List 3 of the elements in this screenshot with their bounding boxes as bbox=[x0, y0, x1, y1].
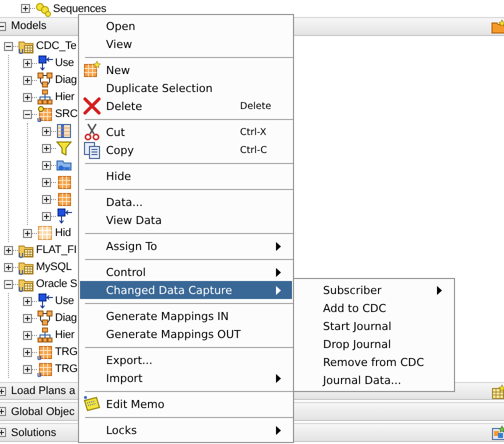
shortcut-label: Ctrl-C bbox=[240, 144, 268, 156]
shortcut-label: Delete bbox=[240, 100, 272, 112]
shortcut-label: Ctrl-X bbox=[240, 126, 268, 138]
